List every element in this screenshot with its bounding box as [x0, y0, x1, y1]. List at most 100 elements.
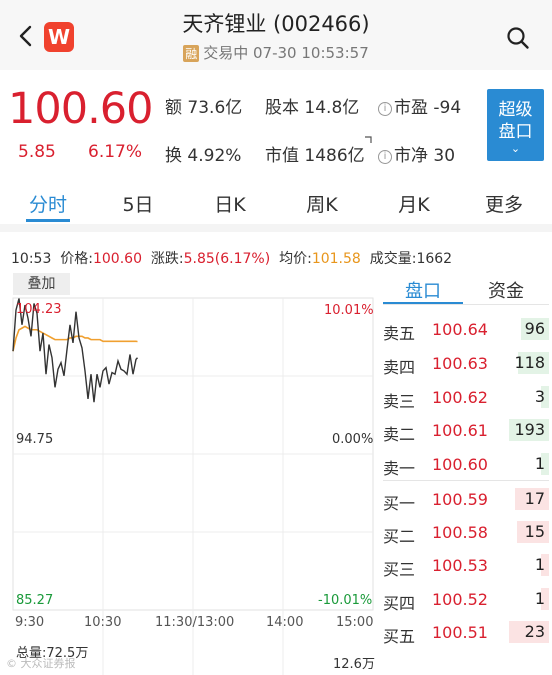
tab-intraday[interactable]: 分时: [20, 190, 76, 217]
section-divider: [0, 224, 552, 232]
stat-value: 73.6亿: [187, 98, 243, 118]
level-label: 卖三: [383, 392, 416, 411]
stat-label: 股本: [265, 98, 299, 118]
level-volume: 1: [534, 589, 545, 608]
level-label: 卖四: [383, 358, 416, 377]
level-price: 100.62: [432, 388, 488, 407]
stat-share-capital: 股本 14.8亿: [265, 93, 359, 118]
level-label: 买一: [383, 494, 416, 513]
level-price: 100.58: [432, 523, 488, 542]
level-price: 100.52: [432, 590, 488, 609]
x-tick-label: 14:00: [266, 615, 304, 630]
chevron-down-icon: ⌄: [510, 142, 521, 155]
level-price: 100.51: [432, 623, 488, 642]
y-axis-low-label: 85.27: [16, 593, 54, 608]
level-price: 100.63: [432, 354, 488, 373]
info-price: 100.60: [92, 251, 142, 267]
info-price-label: 价格:: [60, 251, 93, 267]
info-volume-label: 成交量:: [369, 251, 417, 267]
info-avg-label: 均价:: [279, 251, 312, 267]
level-volume: 15: [524, 522, 545, 541]
level-label: 卖一: [383, 459, 416, 478]
crosshair-info-line: 10:53 价格:100.60 涨跌:5.85(6.17%) 均价:101.58…: [11, 248, 452, 268]
bid-row[interactable]: 买二 100.58 15: [383, 516, 549, 550]
stock-detail-screen: W 天齐锂业 (002466) 融交易中 07-30 10:53:57 100.…: [0, 0, 552, 675]
info-icon: i: [378, 102, 392, 116]
level-label: 买三: [383, 560, 416, 579]
ask-row[interactable]: 卖三 100.62 3: [383, 381, 549, 415]
stat-value: 14.8亿: [304, 98, 360, 118]
bid-row[interactable]: 买四 100.52 1: [383, 583, 549, 617]
price-change-percent: 6.17%: [88, 142, 143, 162]
active-tab-indicator: [26, 219, 70, 222]
ask-row[interactable]: 卖一 100.60 1: [383, 448, 549, 482]
tab-capital-flow[interactable]: 资金: [466, 277, 546, 303]
corner-mark-icon: [365, 136, 372, 143]
tab-weekly-k[interactable]: 周K: [294, 190, 350, 217]
stat-value: 4.92%: [187, 146, 242, 166]
tab-5day[interactable]: 5日: [110, 190, 166, 217]
tab-order-book[interactable]: 盘口: [383, 277, 463, 303]
search-icon[interactable]: [506, 26, 530, 50]
super-button-line1: 超级: [498, 100, 533, 120]
tab-daily-k[interactable]: 日K: [202, 190, 258, 217]
margin-badge: 融: [183, 45, 200, 62]
level-price: 100.64: [432, 320, 488, 339]
overlay-button[interactable]: 叠加: [13, 273, 70, 295]
level-label: 卖二: [383, 425, 416, 444]
bid-row[interactable]: 买一 100.59 17: [383, 483, 549, 517]
stat-turnover-amount: 额 73.6亿: [165, 93, 242, 118]
tab-monthly-k[interactable]: 月K: [386, 190, 442, 217]
pct-axis-low-label: -10.01%: [318, 593, 373, 608]
info-icon: i: [378, 150, 392, 164]
info-avg: 101.58: [311, 251, 361, 267]
y-axis-high-label: 104.23: [16, 302, 62, 317]
stat-turnover-rate: 换 4.92%: [165, 141, 241, 166]
info-change: 5.85(6.17%): [183, 251, 271, 267]
stat-value: -94: [433, 98, 462, 118]
trading-status-text: 交易中 07-30 10:53:57: [203, 44, 369, 62]
stat-pb-ratio[interactable]: i 市净 30: [378, 141, 455, 166]
stock-title: 天齐锂业 (002466): [182, 12, 370, 36]
level-volume: 118: [514, 353, 545, 372]
super-button-line2: 盘口: [498, 122, 533, 142]
x-tick-label: 15:00: [336, 615, 374, 630]
level-volume: 23: [524, 622, 545, 641]
bid-row[interactable]: 买五 100.51 23: [383, 616, 549, 650]
level-label: 买二: [383, 527, 416, 546]
pct-axis-high-label: 10.01%: [324, 303, 374, 318]
tab-more[interactable]: 更多: [476, 190, 532, 217]
ask-row[interactable]: 卖五 100.64 96: [383, 313, 549, 347]
level-volume: 96: [524, 319, 545, 338]
level-price: 100.53: [432, 556, 488, 575]
level-label: 买四: [383, 594, 416, 613]
stat-value: 30: [433, 146, 456, 166]
level-volume: 1: [534, 454, 545, 473]
watermark: © 大众证券报: [6, 657, 76, 670]
stat-value: 1486亿: [304, 146, 365, 166]
max-volume-label: 12.6万: [333, 657, 375, 672]
level-price: 100.60: [432, 455, 488, 474]
stat-label: 市净: [394, 146, 428, 166]
info-volume: 1662: [416, 251, 453, 267]
info-time: 10:53: [11, 251, 52, 267]
ask-row[interactable]: 卖四 100.63 118: [383, 347, 549, 381]
stat-label: 市值: [265, 146, 299, 166]
level-price: 100.61: [432, 421, 488, 440]
level-volume: 1: [534, 555, 545, 574]
stat-label: 换: [165, 146, 182, 166]
bid-row[interactable]: 买三 100.53 1: [383, 549, 549, 583]
current-price: 100.60: [8, 84, 153, 134]
ask-row[interactable]: 卖二 100.61 193: [383, 414, 549, 448]
order-book-divider: [383, 304, 549, 305]
x-tick-label: 11:30/13:00: [155, 615, 235, 630]
pct-axis-mid-label: 0.00%: [332, 432, 374, 447]
stat-label: 市盈: [394, 98, 428, 118]
x-tick-label: 9:30: [15, 615, 45, 630]
top-bar: W 天齐锂业 (002466) 融交易中 07-30 10:53:57: [0, 0, 552, 70]
info-change-label: 涨跌:: [150, 251, 184, 267]
level-label: 卖五: [383, 324, 416, 343]
y-axis-mid-label: 94.75: [16, 432, 54, 447]
super-order-book-button[interactable]: 超级 盘口 ⌄: [487, 89, 544, 161]
stat-pe-ratio[interactable]: i 市盈 -94: [378, 93, 461, 118]
